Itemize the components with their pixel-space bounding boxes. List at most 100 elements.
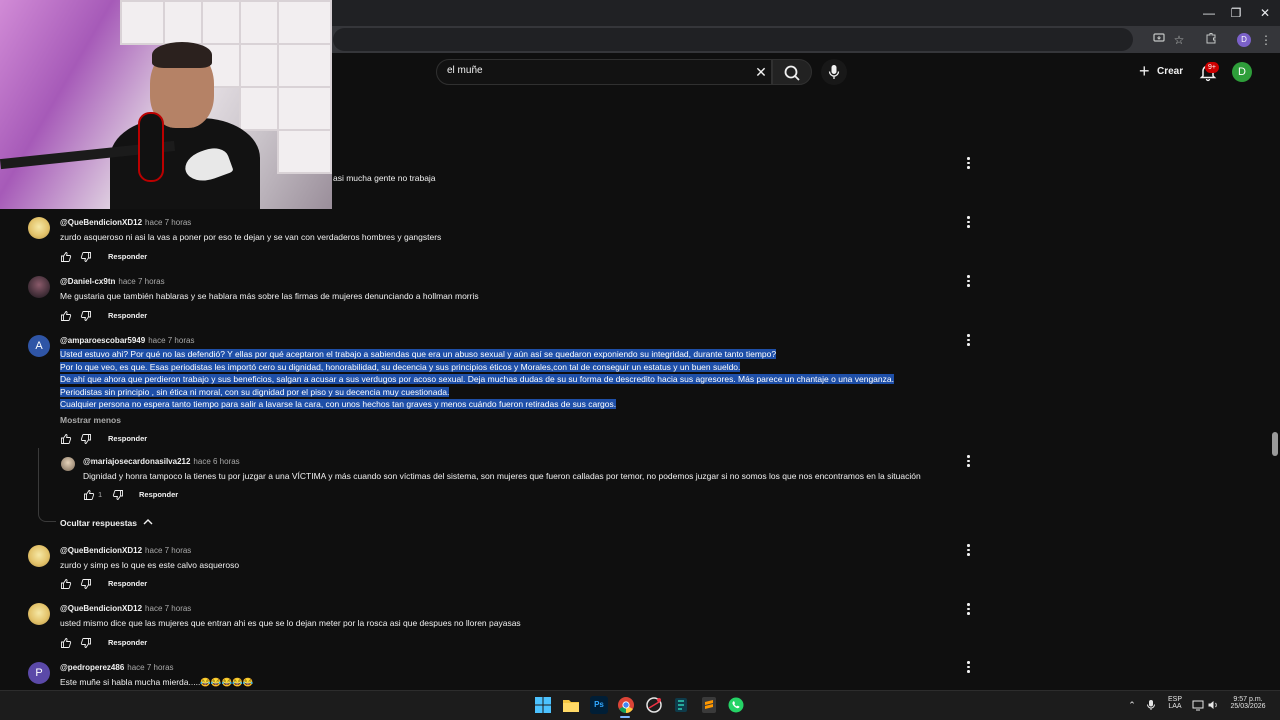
avatar[interactable]: A xyxy=(28,335,50,357)
bookmark-star-icon[interactable]: ☆ xyxy=(1170,31,1188,49)
clear-search-icon[interactable]: ✕ xyxy=(752,62,770,82)
reply-button[interactable]: Responder xyxy=(108,434,147,443)
like-icon[interactable] xyxy=(60,637,72,649)
comment-menu-icon[interactable] xyxy=(963,454,973,468)
search-query-text: el muñe xyxy=(447,65,483,76)
search-button[interactable] xyxy=(772,59,812,85)
show-less-button[interactable]: Mostrar menos xyxy=(60,415,121,425)
dislike-icon[interactable] xyxy=(112,489,124,501)
shelf-cell xyxy=(277,0,332,45)
comment-menu-icon[interactable] xyxy=(963,602,973,616)
comment-header: @Daniel-cx9tn hace 7 horas xyxy=(60,277,165,286)
avatar[interactable] xyxy=(28,603,50,625)
comment-menu-icon[interactable] xyxy=(963,156,973,170)
comment-menu-icon[interactable] xyxy=(963,215,973,229)
comment-author[interactable]: @QueBendicionXD12 xyxy=(60,604,142,613)
comment-author[interactable]: @QueBendicionXD12 xyxy=(60,218,142,227)
chrome-icon[interactable] xyxy=(617,696,635,714)
voice-search-button[interactable] xyxy=(821,59,847,85)
reply-button[interactable]: Responder xyxy=(108,252,147,261)
volume-icon[interactable] xyxy=(1207,699,1219,711)
comment-text-line: Usted estuvo ahi? Por qué no las defendi… xyxy=(60,349,777,359)
comment-author[interactable]: @mariajosecardonasilva212 xyxy=(83,457,190,466)
dislike-icon[interactable] xyxy=(80,637,92,649)
like-icon[interactable] xyxy=(60,578,72,590)
like-icon[interactable] xyxy=(60,251,72,263)
comment-menu-icon[interactable] xyxy=(963,543,973,557)
like-count: 1 xyxy=(98,490,103,499)
like-icon[interactable] xyxy=(83,489,95,501)
clock-date: 25/03/2026 xyxy=(1230,703,1266,710)
comment-time[interactable]: hace 7 horas xyxy=(145,604,191,613)
reply-button[interactable]: Responder xyxy=(108,311,147,320)
photoshop-icon[interactable]: Ps xyxy=(590,696,608,714)
scrollbar-thumb[interactable] xyxy=(1272,432,1278,456)
layout-code: LAA xyxy=(1168,703,1182,710)
comment-menu-icon[interactable] xyxy=(963,274,973,288)
comment-header: @QueBendicionXD12 hace 7 horas xyxy=(60,604,191,613)
clock[interactable]: 9:57 p.m. 25/03/2026 xyxy=(1223,696,1273,710)
comment-author[interactable]: @pedroperez486 xyxy=(60,663,124,672)
keyboard-language[interactable]: ESP LAA xyxy=(1163,696,1187,710)
restore-icon[interactable]: ❐ xyxy=(1227,4,1245,22)
shelf-cell xyxy=(277,129,332,174)
shelf-cell xyxy=(239,43,279,88)
comment-time[interactable]: hace 7 horas xyxy=(145,218,191,227)
avatar[interactable] xyxy=(28,217,50,239)
browser-profile-avatar[interactable]: D xyxy=(1237,33,1251,47)
comment-time[interactable]: hace 7 horas xyxy=(148,336,194,345)
reply-button[interactable]: Responder xyxy=(108,579,147,588)
browser-menu-icon[interactable]: ⋮ xyxy=(1257,31,1275,49)
dislike-icon[interactable] xyxy=(80,310,92,322)
address-bar[interactable] xyxy=(333,28,1133,51)
microphone xyxy=(138,112,164,182)
sublime-text-icon[interactable] xyxy=(700,696,718,714)
close-window-icon[interactable]: ✕ xyxy=(1256,4,1274,22)
comment-author[interactable]: @Daniel-cx9tn xyxy=(60,277,115,286)
dislike-icon[interactable] xyxy=(80,251,92,263)
page-scrollbar[interactable] xyxy=(1270,91,1280,690)
like-icon[interactable] xyxy=(60,310,72,322)
comment-time[interactable]: hace 7 horas xyxy=(127,663,173,672)
comment-time[interactable]: hace 7 horas xyxy=(145,546,191,555)
comment-menu-icon[interactable] xyxy=(963,333,973,347)
extensions-icon[interactable] xyxy=(1202,31,1220,49)
file-explorer-icon[interactable] xyxy=(562,696,580,714)
comment-header: @amparoescobar5949 hace 7 horas xyxy=(60,336,194,345)
microphone-tray-icon[interactable] xyxy=(1145,699,1157,711)
network-icon[interactable] xyxy=(1192,699,1204,711)
comment-text: zurdo y simp es lo que es este calvo asq… xyxy=(60,560,240,570)
install-app-icon[interactable] xyxy=(1150,31,1168,49)
avatar[interactable]: P xyxy=(28,662,50,684)
reply-button[interactable]: Responder xyxy=(108,638,147,647)
comment-author[interactable]: @QueBendicionXD12 xyxy=(60,546,142,555)
like-icon[interactable] xyxy=(60,433,72,445)
comment-actions: 1 Responder xyxy=(83,489,203,501)
reply-button[interactable]: Responder xyxy=(139,490,178,499)
comment-actions: Responder xyxy=(60,578,180,590)
account-avatar[interactable]: D xyxy=(1232,62,1252,82)
comment-text-line: De ahí que ahora que perdieron trabajo y… xyxy=(60,374,894,384)
chevron-up-tray-icon[interactable]: ⌃ xyxy=(1126,699,1138,711)
comment-time[interactable]: hace 6 horas xyxy=(193,457,239,466)
notifications-badge: 9+ xyxy=(1205,62,1219,73)
comment-header: @QueBendicionXD12 hace 7 horas xyxy=(60,218,191,227)
search-input[interactable] xyxy=(436,59,772,85)
start-icon[interactable] xyxy=(534,696,552,714)
avatar[interactable] xyxy=(28,276,50,298)
comment-text: usted mismo dice que las mujeres que ent… xyxy=(60,618,521,628)
hide-replies-button[interactable]: Ocultar respuestas xyxy=(60,518,153,528)
avatar[interactable] xyxy=(61,457,75,471)
comment-menu-icon[interactable] xyxy=(963,660,973,674)
app-icon[interactable] xyxy=(672,696,690,714)
avatar[interactable] xyxy=(28,545,50,567)
create-button[interactable]: Crear xyxy=(1133,60,1193,84)
whatsapp-icon[interactable] xyxy=(727,696,745,714)
comment-author[interactable]: @amparoescobar5949 xyxy=(60,336,145,345)
chevron-up-icon xyxy=(143,519,153,525)
minimize-icon[interactable]: — xyxy=(1200,4,1218,22)
comment-time[interactable]: hace 7 horas xyxy=(118,277,164,286)
dislike-icon[interactable] xyxy=(80,578,92,590)
browser-app-icon[interactable] xyxy=(645,696,663,714)
dislike-icon[interactable] xyxy=(80,433,92,445)
